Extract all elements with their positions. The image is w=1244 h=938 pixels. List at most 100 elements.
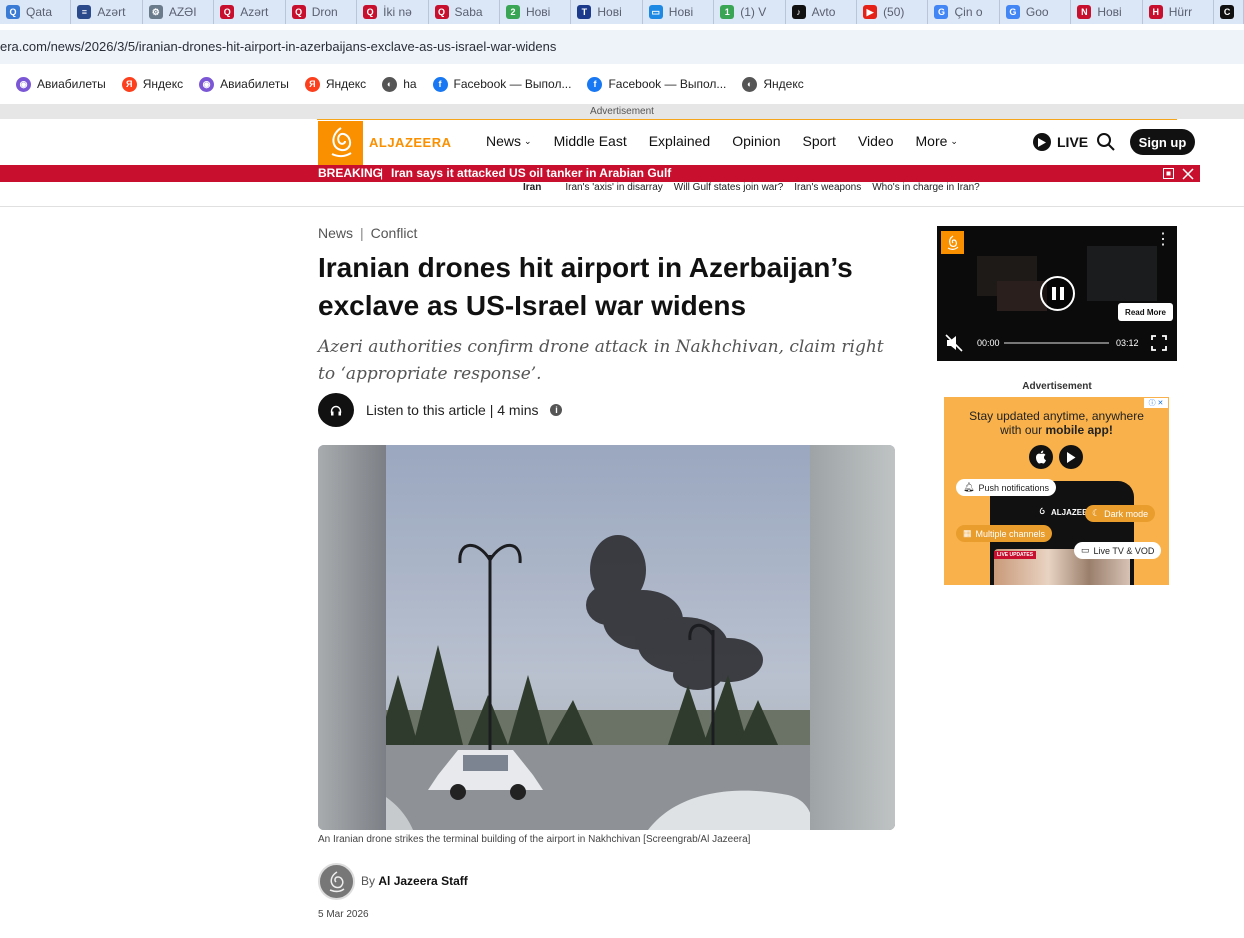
browser-tab[interactable]: ▶ (50): [857, 0, 929, 24]
pill-label: Live TV & VOD: [1093, 545, 1155, 556]
browser-tab[interactable]: Q Dron: [286, 0, 358, 24]
mute-icon[interactable]: [945, 334, 965, 352]
bookmark-label: Авиабилеты: [220, 77, 289, 91]
bookmark-item[interactable]: f Facebook — Выпол...: [587, 76, 726, 92]
info-icon[interactable]: i: [550, 404, 563, 416]
tab-label: Çin o: [954, 5, 983, 19]
tab-favicon-icon: Q: [363, 5, 378, 19]
live-button[interactable]: LIVE: [1033, 133, 1088, 151]
browser-tab[interactable]: ⚙ AZƏI: [143, 0, 215, 24]
chevron-down-icon: ⌄: [950, 135, 958, 146]
pill-label: Multiple channels: [975, 528, 1046, 539]
byline: By Al Jazeera Staff: [361, 874, 468, 888]
subnav-link[interactable]: Will Gulf states join war?: [674, 182, 783, 193]
pill-label: Dark mode: [1104, 508, 1149, 519]
tv-icon: ▭: [1081, 545, 1090, 555]
breaking-headline[interactable]: Iran says it attacked US oil tanker in A…: [391, 166, 671, 180]
pause-button[interactable]: [1040, 276, 1075, 311]
browser-tab[interactable]: G Goo: [1000, 0, 1072, 24]
tab-label: Нові: [597, 5, 622, 19]
nav-item-more[interactable]: More ⌄: [916, 133, 958, 149]
nav-item-opinion[interactable]: Opinion: [732, 133, 780, 149]
browser-tab[interactable]: T Нові: [571, 0, 643, 24]
breaking-news-bar[interactable]: BREAKING | Iran says it attacked US oil …: [0, 165, 1200, 182]
tab-label: Нові: [668, 5, 694, 19]
browser-tab[interactable]: C: [1214, 0, 1244, 24]
browser-tab[interactable]: Q İki nə: [357, 0, 429, 24]
browser-tab[interactable]: ≡ Azərt: [71, 0, 143, 24]
browser-tab[interactable]: 2 Нові: [500, 0, 572, 24]
nav-item-news[interactable]: News ⌄: [486, 133, 532, 149]
browser-tab[interactable]: 1 (1) V: [714, 0, 786, 24]
ad-headline-line-2: with our mobile app!: [944, 423, 1169, 437]
more-options-icon[interactable]: ⋮: [1155, 232, 1171, 248]
nav-item-label: Sport: [802, 133, 836, 149]
tab-favicon-icon: 1: [720, 5, 735, 19]
breadcrumb: News | Conflict: [318, 225, 417, 241]
ad-choices-icon[interactable]: ⓘ ✕: [1144, 398, 1168, 408]
google-play-icon[interactable]: [1059, 445, 1083, 469]
publish-date: 5 Mar 2026: [318, 909, 369, 920]
browser-tab[interactable]: Q Qata: [0, 0, 72, 24]
subnav-link[interactable]: Iran's weapons: [794, 182, 861, 193]
listen-button[interactable]: [318, 393, 354, 427]
bookmark-item[interactable]: ◐ ha: [382, 76, 417, 92]
ad-headline-line-1: Stay updated anytime, anywhere: [969, 409, 1144, 423]
sign-up-button[interactable]: Sign up: [1130, 129, 1195, 155]
app-advertisement[interactable]: ⓘ ✕ Stay updated anytime, anywhere with …: [944, 397, 1169, 585]
image-caption: An Iranian drone strikes the terminal bu…: [318, 834, 751, 845]
bookmark-item[interactable]: ◐ Яндекс: [742, 76, 804, 92]
nav-item-sport[interactable]: Sport: [802, 133, 835, 149]
bookmark-item[interactable]: ◉ Авиабилеты: [16, 76, 106, 92]
listen-to-article[interactable]: Listen to this article | 4 mins i: [366, 402, 563, 418]
bookmark-item[interactable]: f Facebook — Выпол...: [432, 76, 571, 92]
bookmark-item[interactable]: ◉ Авиабилеты: [199, 76, 289, 92]
bookmark-item[interactable]: Я Яндекс: [121, 76, 183, 92]
bookmark-item[interactable]: Я Яндекс: [304, 76, 366, 92]
video-progress-bar[interactable]: [1004, 342, 1109, 344]
nav-item-label: Explained: [648, 133, 711, 149]
nav-item-explained[interactable]: Explained: [649, 133, 711, 149]
aljazeera-logo-icon[interactable]: [318, 121, 363, 165]
ad-headline-text: with our: [1000, 423, 1046, 437]
tab-favicon-icon: T: [577, 5, 592, 19]
breadcrumb-conflict[interactable]: Conflict: [371, 225, 418, 241]
tab-favicon-icon: Q: [291, 5, 306, 19]
address-bar[interactable]: era.com/news/2026/3/5/iranian-drones-hit…: [0, 30, 1244, 64]
dark-mode-pill: ☾ Dark mode: [1085, 505, 1156, 522]
search-icon[interactable]: [1096, 132, 1116, 152]
close-icon[interactable]: [1182, 167, 1194, 180]
facebook-icon: f: [432, 76, 448, 92]
author-link[interactable]: Al Jazeera Staff: [378, 874, 467, 888]
grid-icon: ▦: [963, 528, 972, 538]
url-text[interactable]: era.com/news/2026/3/5/iranian-drones-hit…: [0, 39, 556, 54]
browser-tab[interactable]: N Нові: [1071, 0, 1143, 24]
nav-item-middle-east[interactable]: Middle East: [554, 133, 627, 149]
live-label: LIVE: [1057, 134, 1089, 150]
author-avatar[interactable]: [318, 863, 355, 900]
video-player[interactable]: ⋮ Read More 00:00 03:12: [937, 226, 1177, 361]
browser-tab[interactable]: G Çin o: [928, 0, 1000, 24]
browser-tab[interactable]: Q Saba: [429, 0, 500, 24]
read-more-button[interactable]: Read More: [1118, 303, 1173, 321]
expand-icon[interactable]: [1163, 168, 1174, 179]
browser-tab[interactable]: ▭ Нові: [643, 0, 715, 24]
browser-tab[interactable]: H Hürr: [1143, 0, 1215, 24]
nav-item-video[interactable]: Video: [858, 133, 894, 149]
subnav-topic[interactable]: Iran: [523, 182, 541, 193]
browser-tab[interactable]: Q Azərt: [214, 0, 286, 24]
breadcrumb-news[interactable]: News: [318, 225, 353, 241]
subnav-link[interactable]: Iran's 'axis' in disarray: [565, 182, 662, 193]
sidebar-advertisement-label: Advertisement: [1022, 381, 1092, 392]
tab-label: İki nə: [383, 5, 412, 19]
brand-wordmark[interactable]: ALJAZEERA: [369, 135, 452, 150]
bookmark-label: ha: [403, 77, 417, 91]
tab-favicon-icon: G: [1005, 5, 1020, 19]
tab-label: Saba: [454, 5, 483, 19]
apple-icon[interactable]: [1029, 445, 1053, 469]
fullscreen-icon[interactable]: [1151, 335, 1167, 351]
subnav-link[interactable]: Who's in charge in Iran?: [872, 182, 980, 193]
pill-label: Push notifications: [978, 482, 1049, 493]
tab-label: Avto: [811, 5, 836, 19]
browser-tab[interactable]: ♪ Avto: [786, 0, 858, 24]
